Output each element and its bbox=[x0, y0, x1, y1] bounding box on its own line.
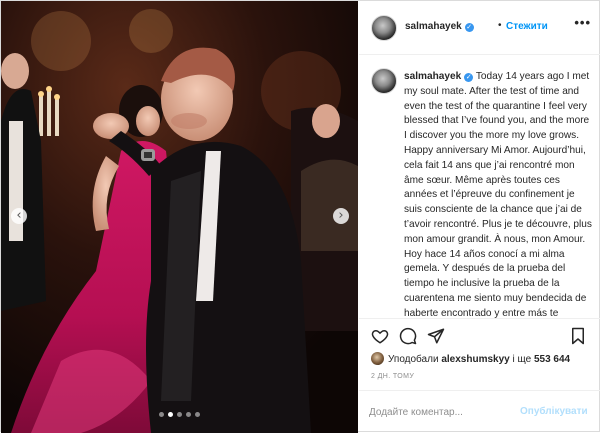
carousel-next-button[interactable]: › bbox=[333, 208, 349, 224]
comments-section[interactable]: salmahayek ✓ Today 14 years ago I met my … bbox=[359, 56, 600, 318]
add-comment-bar: Опублікувати bbox=[359, 390, 600, 433]
caption-text: Today 14 years ago I met my soul mate. A… bbox=[404, 71, 592, 318]
likes-middle: і ще bbox=[512, 354, 532, 365]
likes-count[interactable]: 553 644 bbox=[534, 354, 570, 365]
share-send-icon[interactable] bbox=[427, 327, 447, 347]
likes-user[interactable]: alexshumskyy bbox=[441, 354, 509, 365]
post-caption: salmahayek ✓ Today 14 years ago I met my … bbox=[404, 70, 594, 318]
publish-button[interactable]: Опублікувати bbox=[520, 406, 588, 417]
instagram-post: ‹ › salmahayek ✓ • Стежити ••• salmahayek… bbox=[0, 0, 600, 433]
like-heart-icon[interactable] bbox=[371, 327, 391, 347]
carousel-dot bbox=[159, 412, 164, 417]
save-bookmark-icon[interactable] bbox=[569, 327, 589, 347]
carousel-indicator bbox=[1, 412, 358, 417]
post-timestamp[interactable]: 2 ДН. ТОМУ bbox=[371, 373, 414, 380]
post-photo[interactable]: ‹ › bbox=[1, 1, 358, 433]
carousel-dot bbox=[195, 412, 200, 417]
likes-prefix: Уподобали bbox=[388, 354, 439, 365]
likes-summary[interactable]: Уподобали alexshumskyy і ще 553 644 bbox=[371, 352, 570, 365]
dancing-couple-image bbox=[1, 1, 358, 433]
carousel-prev-button[interactable]: ‹ bbox=[11, 208, 27, 224]
carousel-dot bbox=[186, 412, 191, 417]
post-header: salmahayek ✓ • Стежити ••• bbox=[359, 1, 600, 55]
caption-username[interactable]: salmahayek bbox=[404, 71, 461, 82]
header-username[interactable]: salmahayek bbox=[405, 21, 462, 32]
post-side-panel: salmahayek ✓ • Стежити ••• salmahayek ✓ To… bbox=[359, 1, 600, 433]
header-username-link[interactable]: salmahayek ✓ bbox=[405, 21, 474, 32]
header-separator: • bbox=[498, 20, 502, 31]
liker-avatar bbox=[371, 352, 384, 365]
caption-avatar[interactable] bbox=[371, 68, 397, 94]
follow-button[interactable]: Стежити bbox=[506, 21, 548, 32]
carousel-dot bbox=[177, 412, 182, 417]
carousel-dot-active bbox=[168, 412, 173, 417]
comment-input[interactable] bbox=[369, 403, 519, 421]
verified-badge-icon: ✓ bbox=[464, 23, 474, 32]
more-options-icon[interactable]: ••• bbox=[574, 15, 591, 30]
comment-bubble-icon[interactable] bbox=[399, 327, 419, 347]
avatar[interactable] bbox=[371, 15, 397, 41]
verified-badge-icon: ✓ bbox=[464, 73, 474, 82]
